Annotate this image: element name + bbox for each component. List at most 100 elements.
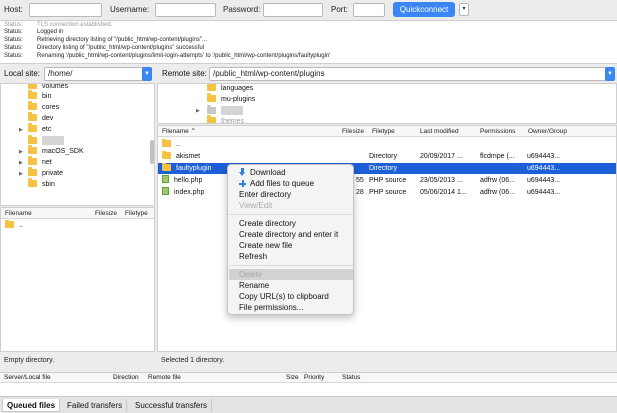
quickconnect-bar: Host: Username: Password: Port: Quickcon… (0, 0, 617, 20)
column-priority[interactable]: Priority (304, 373, 324, 383)
folder-icon (28, 145, 37, 154)
column-direction[interactable]: Direction (113, 373, 139, 383)
menu-item-rename[interactable]: Rename (239, 281, 269, 291)
quickconnect-button[interactable]: Quickconnect (393, 2, 455, 17)
username-label: Username: (110, 5, 150, 14)
chevron-down-icon: ▼ (607, 71, 613, 77)
folder-icon (28, 123, 37, 132)
remote-tree-panel[interactable]: languages mu-plugins ▶ themes (157, 83, 617, 124)
column-filesize[interactable]: Filesize (342, 126, 364, 137)
column-filesize[interactable]: Filesize (95, 208, 117, 219)
folder-icon (207, 105, 216, 114)
password-label: Password: (223, 5, 261, 14)
menu-separator (229, 265, 353, 266)
tab-failed-transfers[interactable]: Failed transfers (63, 399, 128, 412)
menu-item-create-new-file[interactable]: Create new file (239, 241, 292, 251)
folder-icon (162, 163, 171, 171)
username-input[interactable] (155, 3, 216, 17)
expand-arrow-icon[interactable]: ▶ (19, 158, 23, 168)
folder-icon (28, 84, 37, 89)
local-file-list-header: Filename Filesize Filetype (1, 208, 154, 219)
folder-icon (28, 178, 37, 187)
folder-icon (162, 151, 171, 159)
tab-queued-files[interactable]: Queued files (2, 399, 61, 412)
port-label: Port: (331, 5, 348, 14)
remote-site-label: Remote site: (162, 69, 207, 78)
table-row[interactable]: .. (158, 139, 616, 150)
queue-list[interactable] (0, 383, 617, 396)
log-row: Status: Directory listing of "/public_htm… (4, 45, 204, 51)
menu-item-download[interactable]: Download (239, 168, 286, 178)
menu-item-file-permissions[interactable]: File permissions... (239, 303, 303, 313)
menu-item-create-directory-enter[interactable]: Create directory and enter it (239, 230, 338, 240)
column-remote-file[interactable]: Remote file (148, 373, 181, 383)
folder-icon (162, 139, 171, 147)
local-tree-panel[interactable]: volumes bin cores dev ▶ etc ▶ macOS_SDK … (0, 83, 155, 206)
message-log[interactable]: Status: TLS connection established. Statu… (0, 20, 617, 64)
menu-item-delete[interactable]: Delete (239, 270, 262, 280)
folder-icon (5, 220, 14, 228)
menu-item-refresh[interactable]: Refresh (239, 252, 267, 262)
remote-site-dropdown-button[interactable]: ▼ (605, 67, 615, 81)
chevron-down-icon: ▼ (144, 71, 150, 77)
password-input[interactable] (263, 3, 323, 17)
tree-item[interactable]: languages (207, 84, 253, 94)
column-filename[interactable]: Filename (5, 208, 32, 219)
tab-successful-transfers[interactable]: Successful transfers (131, 399, 213, 412)
tree-item[interactable]: etc (28, 123, 51, 135)
port-input[interactable] (353, 3, 385, 17)
sort-ascending-icon: ⌃ (190, 128, 196, 135)
expand-arrow-icon[interactable]: ▶ (19, 125, 23, 135)
folder-icon (28, 167, 37, 176)
column-filetype[interactable]: Filetype (125, 208, 148, 219)
menu-item-copy-urls[interactable]: Copy URL(s) to clipboard (239, 292, 329, 302)
php-file-icon (162, 187, 169, 195)
tree-item[interactable]: private (28, 167, 63, 179)
local-file-list[interactable]: Filename Filesize Filetype .. (0, 207, 155, 352)
menu-separator (229, 214, 353, 215)
local-site-path-input[interactable]: /home/ (44, 67, 144, 81)
tree-item[interactable]: mu-plugins (207, 93, 255, 105)
home-label-blurred (42, 136, 64, 145)
column-permissions[interactable]: Permissions (480, 126, 515, 137)
folder-icon (28, 135, 37, 144)
menu-item-add-to-queue[interactable]: Add files to queue (239, 179, 314, 189)
quickconnect-history-dropdown[interactable]: ▾ (459, 3, 469, 16)
folder-icon (28, 101, 37, 110)
scrollbar[interactable] (150, 140, 154, 164)
list-item[interactable]: .. (1, 220, 154, 231)
tree-item[interactable]: volumes (28, 84, 68, 92)
log-row: Status: Retrieving directory listing of "… (4, 37, 208, 43)
host-input[interactable] (29, 3, 102, 17)
column-server-local-file[interactable]: Server/Local file (4, 373, 51, 383)
local-status-text: Empty directory. (4, 357, 55, 364)
host-label: Host: (4, 5, 23, 14)
remote-file-list-header: Filename ⌃ Filesize Filetype Last modifi… (158, 126, 616, 137)
menu-item-create-directory[interactable]: Create directory (239, 219, 296, 229)
tree-item-home[interactable] (28, 135, 64, 146)
menu-item-enter-directory[interactable]: Enter directory (239, 190, 291, 200)
column-filetype[interactable]: Filetype (372, 126, 395, 137)
column-filename[interactable]: Filename ⌃ (162, 126, 196, 137)
remote-file-list[interactable]: Filename ⌃ Filesize Filetype Last modifi… (157, 125, 617, 352)
local-site-dropdown-button[interactable]: ▼ (142, 67, 152, 81)
expand-arrow-icon[interactable]: ▶ (19, 169, 23, 179)
column-owner-group[interactable]: Owner/Group (528, 126, 567, 137)
remote-status-text: Selected 1 directory. (161, 357, 225, 364)
add-icon (239, 180, 246, 187)
tree-item-plugins[interactable] (207, 105, 243, 116)
remote-site-path-input[interactable]: /public_html/wp-content/plugins (209, 67, 607, 81)
expand-arrow-icon[interactable]: ▶ (19, 147, 23, 157)
table-row[interactable]: akismet Directory 20/09/2017 ... flcdmpe… (158, 151, 616, 162)
tree-item[interactable]: themes (207, 115, 244, 123)
column-size[interactable]: Size (286, 373, 299, 383)
tree-item[interactable]: macOS_SDK (28, 145, 84, 157)
column-status[interactable]: Status (342, 373, 360, 383)
column-last-modified[interactable]: Last modified (420, 126, 459, 137)
log-row: Status: Logged in (4, 29, 64, 35)
folder-icon (207, 115, 216, 123)
tree-item[interactable]: sbin (28, 178, 55, 190)
tree-item[interactable]: cores (28, 101, 59, 113)
expand-arrow-icon[interactable]: ▶ (196, 106, 200, 116)
folder-icon (28, 112, 37, 121)
